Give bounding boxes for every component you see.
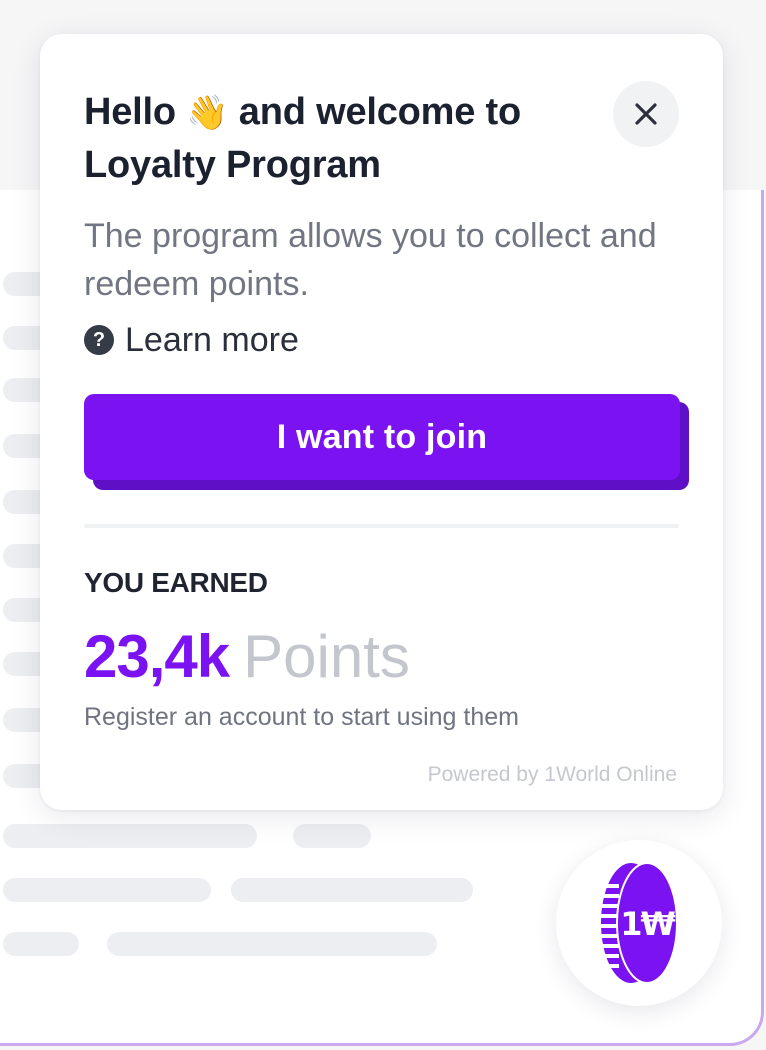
placeholder-line <box>107 932 437 956</box>
learn-more-link[interactable]: ? Learn more <box>84 318 299 362</box>
coin-icon: 1₩ <box>600 862 678 984</box>
title-welcome: and welcome to <box>238 91 522 133</box>
points-value: 23,4k <box>84 623 230 690</box>
points-display: 23,4k Points <box>84 622 410 691</box>
placeholder-line <box>3 932 79 956</box>
divider <box>84 524 679 528</box>
points-unit: Points <box>243 623 410 690</box>
placeholder-line <box>231 878 473 902</box>
placeholder-line <box>3 878 211 902</box>
close-button[interactable] <box>613 81 679 147</box>
popup-description: The program allows you to collect and re… <box>84 217 657 303</box>
earned-label: YOU EARNED <box>84 567 268 598</box>
question-icon: ? <box>84 325 114 355</box>
placeholder-line <box>3 824 257 848</box>
loyalty-popup: Hello 👋 and welcome to Loyalty Program Th… <box>40 34 723 810</box>
page: Hello 👋 and welcome to Loyalty Program Th… <box>0 0 766 1050</box>
placeholder-line <box>293 824 371 848</box>
coin-label: 1₩ <box>620 905 675 943</box>
loyalty-launcher-button[interactable]: 1₩ <box>556 840 722 1006</box>
title-hello: Hello <box>84 91 176 133</box>
register-hint: Register an account to start using them <box>84 703 519 731</box>
popup-title: Hello 👋 and welcome to Loyalty Program <box>84 86 584 191</box>
close-icon <box>635 103 657 125</box>
waving-hand-icon: 👋 <box>186 94 229 132</box>
powered-by-link[interactable]: Powered by 1World Online <box>428 763 677 787</box>
join-button[interactable]: I want to join <box>84 394 680 480</box>
learn-more-label: Learn more <box>125 321 299 359</box>
title-program: Loyalty Program <box>84 144 381 186</box>
